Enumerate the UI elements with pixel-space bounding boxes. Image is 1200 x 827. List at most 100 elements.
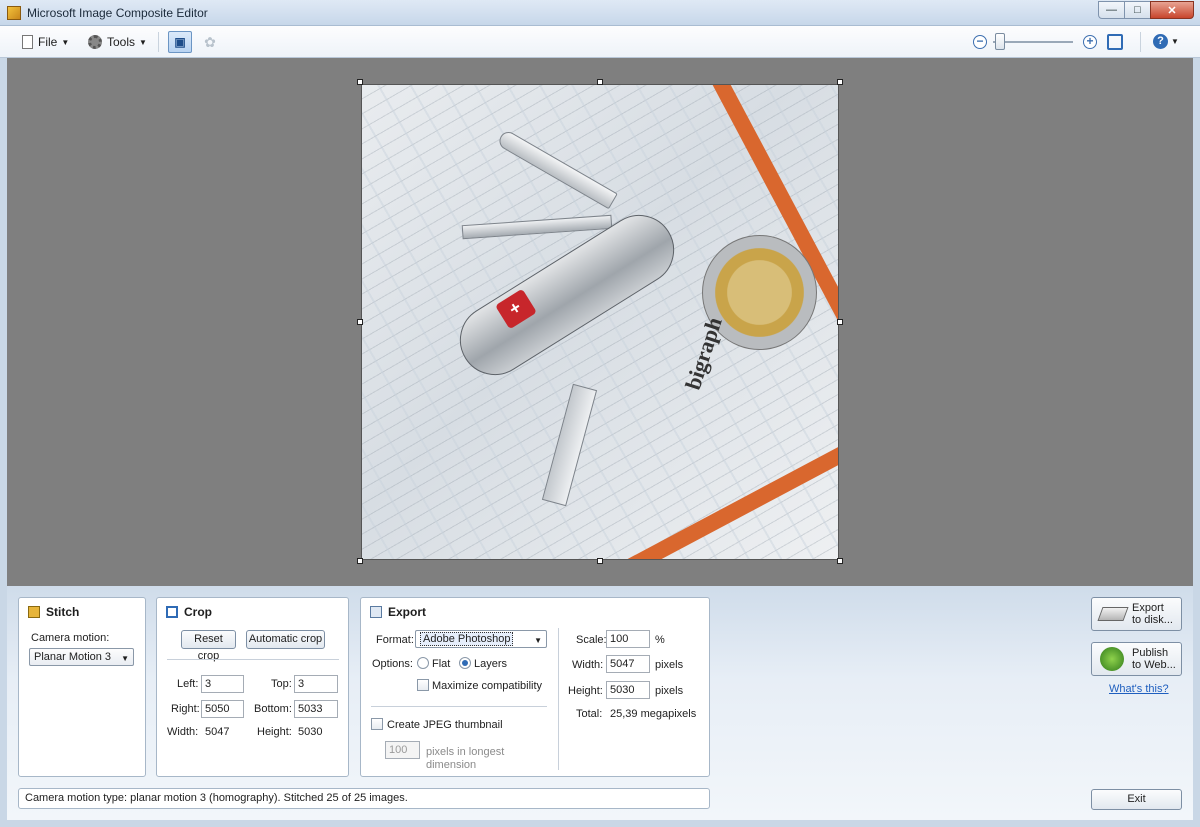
- web-publish-icon: [1100, 647, 1124, 671]
- crop-icon: [166, 606, 178, 618]
- crop-group: Crop Reset crop Automatic crop Left: 3 T…: [156, 597, 349, 777]
- camera-motion-select[interactable]: Planar Motion 3 ▼: [29, 648, 134, 666]
- export-to-disk-button[interactable]: Export to disk...: [1091, 597, 1182, 631]
- stitch-title-label: Stitch: [46, 605, 80, 619]
- publish-line1: Publish: [1132, 647, 1169, 659]
- crop-left-label: Left:: [177, 678, 199, 690]
- crop-width-label: Width:: [167, 726, 199, 738]
- crop-right-label: Right:: [171, 703, 200, 715]
- zoom-slider-thumb[interactable]: [995, 33, 1005, 50]
- nail-file: [461, 214, 613, 240]
- panorama-preview-image[interactable]: + bigraph: [361, 84, 839, 560]
- chevron-down-icon: ▼: [121, 654, 129, 663]
- zoom-out-icon[interactable]: −: [973, 35, 987, 49]
- maximize-icon[interactable]: □: [1124, 1, 1151, 19]
- crop-handle-bottom-left[interactable]: [357, 558, 363, 564]
- divider: [558, 628, 559, 770]
- export-line1: Export: [1132, 602, 1164, 614]
- crop-handle-bottom-right[interactable]: [837, 558, 843, 564]
- camera-motion-label: Camera motion:: [31, 632, 110, 644]
- help-icon[interactable]: ?: [1153, 34, 1168, 49]
- crop-right-input[interactable]: 5050: [201, 700, 244, 718]
- crop-height-value: 5030: [298, 726, 323, 738]
- toolbar-divider: [158, 32, 159, 52]
- scale-label: Scale:: [576, 634, 607, 646]
- file-menu-button[interactable]: File ▼: [22, 32, 69, 52]
- window-title: Microsoft Image Composite Editor: [27, 6, 208, 20]
- export-height-unit: pixels: [655, 685, 684, 697]
- export-height-input[interactable]: 5030: [606, 681, 650, 699]
- format-label: Format:: [376, 634, 414, 646]
- total-label: Total:: [576, 708, 603, 720]
- stitch-tool-icon: ✿: [204, 34, 216, 50]
- jpeg-thumbnail-checkbox[interactable]: [371, 718, 383, 730]
- flat-radio[interactable]: [417, 657, 429, 669]
- publish-line2: to Web...: [1132, 659, 1176, 671]
- layers-label: Layers: [474, 658, 508, 670]
- scale-input[interactable]: 100: [606, 630, 650, 648]
- crop-bottom-label: Bottom:: [254, 703, 292, 715]
- knife-blade: [496, 128, 618, 210]
- crop-handle-top-left[interactable]: [357, 79, 363, 85]
- thumbnail-unit-line1: pixels in longest: [426, 746, 505, 758]
- export-width-input[interactable]: 5047: [606, 655, 650, 673]
- stitch-group: Stitch Camera motion: Planar Motion 3 ▼: [18, 597, 146, 777]
- chevron-down-icon: ▼: [139, 37, 147, 47]
- zoom-slider-track[interactable]: [993, 41, 1073, 43]
- close-icon[interactable]: ✕: [1150, 1, 1194, 19]
- crop-bottom-input[interactable]: 5033: [294, 700, 338, 718]
- export-to-disk-label: Export to disk...: [1132, 602, 1173, 626]
- stitch-icon: [28, 606, 40, 618]
- flat-label: Flat: [432, 658, 451, 670]
- chevron-down-icon[interactable]: ▼: [1171, 37, 1179, 46]
- publish-to-web-label: Publish to Web...: [1132, 647, 1176, 671]
- zoom-in-icon[interactable]: +: [1083, 35, 1097, 49]
- crop-handle-top[interactable]: [597, 79, 603, 85]
- chevron-down-icon: ▼: [61, 37, 70, 47]
- automatic-crop-button[interactable]: Automatic crop: [246, 630, 325, 649]
- crop-tool-icon[interactable]: ▣: [168, 31, 192, 53]
- export-icon: [370, 606, 382, 618]
- crop-width-value: 5047: [205, 726, 230, 738]
- export-group: Export Format: Adobe Photoshop ▼ Options…: [360, 597, 710, 777]
- stitch-title: Stitch: [28, 605, 79, 619]
- maximize-compatibility-label: Maximize compatibility: [432, 680, 543, 692]
- layers-radio[interactable]: [459, 657, 471, 669]
- gear-icon: [88, 35, 102, 49]
- export-height-label: Height:: [568, 685, 603, 697]
- total-value: 25,39 megapixels: [610, 708, 697, 720]
- thumbnail-size-input[interactable]: 100: [385, 741, 420, 759]
- options-label: Options:: [372, 658, 413, 670]
- camera-motion-value: Planar Motion 3: [34, 651, 112, 663]
- ruler-stripe: [362, 445, 838, 559]
- crop-left-input[interactable]: 3: [201, 675, 244, 693]
- title-bar: Microsoft Image Composite Editor — □ ✕: [0, 0, 1200, 26]
- export-width-label: Width:: [572, 659, 604, 671]
- export-title: Export: [370, 605, 426, 619]
- crop-handle-left[interactable]: [357, 319, 363, 325]
- format-select[interactable]: Adobe Photoshop ▼: [415, 630, 547, 648]
- crop-top-input[interactable]: 3: [294, 675, 338, 693]
- disk-icon: [1097, 607, 1129, 621]
- file-menu-label: File: [38, 35, 58, 49]
- tools-menu-label: Tools: [107, 35, 136, 49]
- maximize-compatibility-checkbox[interactable]: [417, 679, 429, 691]
- export-title-label: Export: [388, 605, 427, 619]
- jpeg-thumbnail-label: Create JPEG thumbnail: [387, 719, 503, 731]
- thumbnail-unit-line2: dimension: [426, 759, 477, 771]
- publish-to-web-button[interactable]: Publish to Web...: [1091, 642, 1182, 676]
- scissors: [541, 383, 598, 507]
- ruler-brand-text: bigraph: [680, 314, 727, 393]
- whats-this-link[interactable]: What's this?: [1109, 683, 1169, 695]
- tools-menu-button[interactable]: Tools ▼: [88, 32, 147, 52]
- exit-button[interactable]: Exit: [1091, 789, 1182, 810]
- crop-handle-bottom[interactable]: [597, 558, 603, 564]
- crop-handle-right[interactable]: [837, 319, 843, 325]
- minimize-icon[interactable]: —: [1098, 1, 1125, 19]
- crop-handle-top-right[interactable]: [837, 79, 843, 85]
- reset-crop-button[interactable]: Reset crop: [181, 630, 236, 662]
- format-value: Adobe Photoshop: [420, 632, 514, 646]
- window-controls: — □ ✕: [1098, 1, 1194, 19]
- crop-title: Crop: [166, 605, 212, 619]
- fit-to-window-icon[interactable]: [1107, 34, 1123, 50]
